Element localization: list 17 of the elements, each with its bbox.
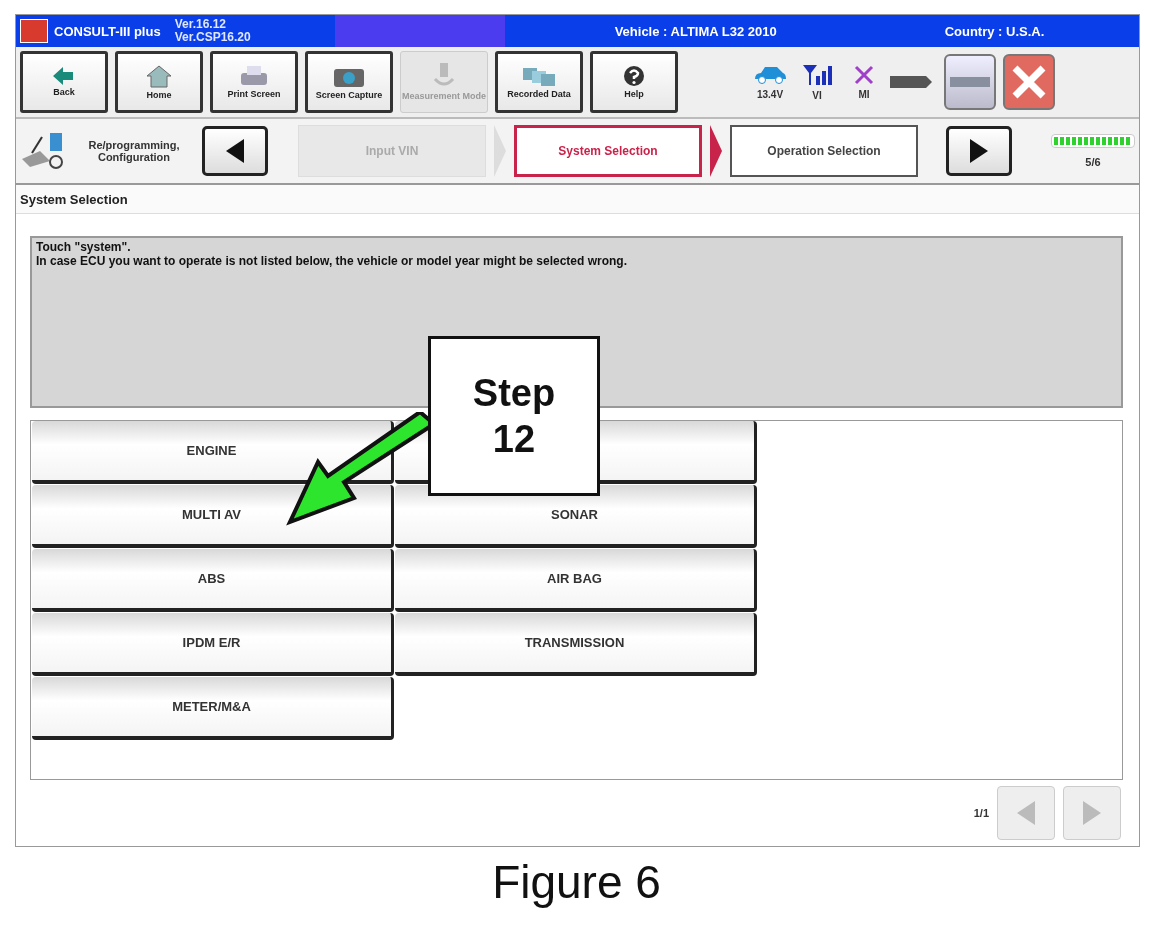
version-text: Ver.16.12 — [174, 18, 228, 31]
message-text: Touch "system". — [36, 240, 132, 254]
status-label: 13.4V — [756, 88, 784, 100]
figure-caption: Figure 6 — [491, 855, 662, 909]
vehicle-text: Vehicle : ALTIMA L32 2010 — [614, 23, 778, 39]
app-name: CONSULT-III plus — [54, 23, 161, 39]
status-label: MI — [858, 88, 870, 100]
progress-text: 5/6 — [1085, 156, 1101, 168]
callout-text: Step — [472, 371, 556, 416]
section-title: System Selection — [16, 185, 1139, 214]
version-text: Ver.CSP16.20 — [174, 31, 252, 44]
mode-title: Re/programming, Configuration — [87, 139, 181, 163]
status-label: VI — [812, 89, 822, 101]
country-text: Country : U.S.A. — [944, 23, 1045, 39]
callout-text: 12 — [492, 417, 536, 462]
page-counter: 1/1 — [973, 807, 989, 819]
message-text: In case ECU you want to operate is not listed below, the vehicle or model year might be selected wrong. — [36, 254, 629, 268]
